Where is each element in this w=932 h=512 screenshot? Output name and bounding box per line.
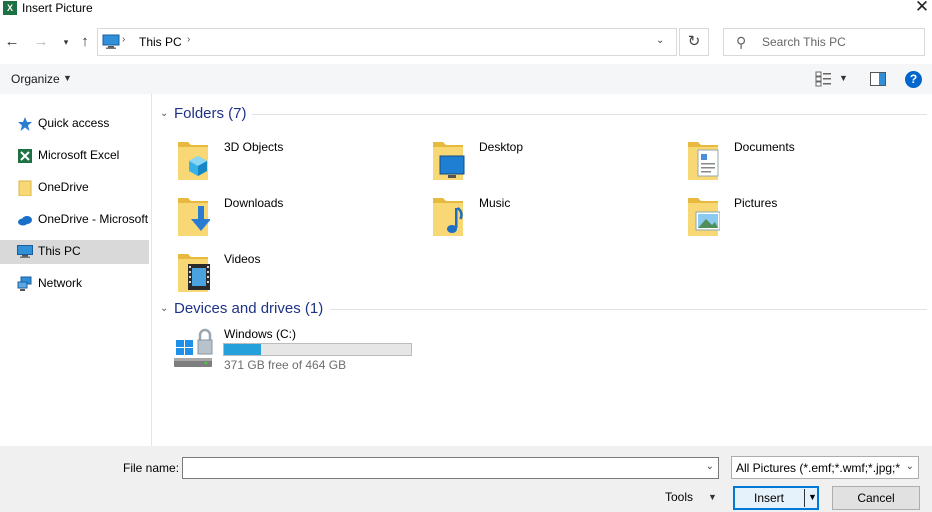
collapse-chevron-icon[interactable]: ⌄ (160, 108, 168, 119)
tools-menu-button[interactable]: Tools (665, 490, 693, 504)
change-view-icon[interactable] (815, 71, 833, 87)
folder-label: Videos (224, 252, 261, 266)
insert-button-label: Insert (753, 491, 784, 505)
view-options-chevron-icon[interactable]: ▼ (839, 73, 848, 83)
chevron-down-icon[interactable]: ⌄ (906, 461, 914, 472)
cloud-icon (18, 216, 32, 226)
refresh-icon: ↻ (687, 33, 701, 50)
up-arrow-icon[interactable]: ↑ (75, 32, 95, 52)
chevron-down-icon[interactable]: ⌄ (706, 461, 714, 472)
file-type-value: All Pictures (*.emf;*.wmf;*.jpg;* (736, 461, 901, 475)
folder-icon (18, 180, 32, 196)
breadcrumb-chevron-icon[interactable]: › (187, 34, 190, 45)
dialog-footer: File name: ⌄ All Pictures (*.emf;*.wmf;*… (0, 446, 932, 512)
3d-objects-folder-icon (178, 142, 208, 180)
excel-icon (18, 149, 32, 163)
devices-group-header[interactable]: Devices and drives (1) (174, 300, 323, 317)
breadcrumb-this-pc[interactable]: This PC (139, 35, 182, 49)
folder-label: Pictures (734, 196, 778, 210)
nav-label: OneDrive - Microsoft (38, 212, 149, 226)
drive-free-space: 371 GB free of 464 GB (224, 358, 347, 372)
nav-item-microsoft-excel[interactable]: Microsoft Excel (0, 144, 149, 168)
computer-icon (17, 245, 33, 258)
insert-button[interactable]: Insert ▼ (733, 486, 819, 510)
nav-item-onedrive-microsoft[interactable]: OneDrive - Microsoft (0, 208, 149, 232)
nav-item-onedrive[interactable]: OneDrive (0, 176, 149, 200)
downloads-folder-icon (178, 198, 210, 236)
folder-tile-3d-objects[interactable]: 3D Objects (176, 136, 426, 186)
folder-tile-desktop[interactable]: Desktop (431, 136, 681, 186)
split-divider (804, 489, 805, 507)
folder-label: Desktop (479, 140, 524, 154)
nav-item-network[interactable]: Network (0, 272, 149, 296)
videos-folder-icon (178, 254, 210, 292)
chevron-down-icon[interactable]: ▼ (708, 492, 717, 502)
computer-icon (102, 34, 120, 49)
folders-group-header[interactable]: Folders (7) (174, 105, 247, 122)
excel-app-icon: X (3, 1, 17, 15)
hard-drive-icon (174, 328, 213, 367)
file-name-label: File name: (123, 461, 180, 475)
folder-tile-music[interactable]: Music (431, 192, 681, 242)
pictures-folder-icon (688, 198, 720, 236)
insert-options-chevron-icon[interactable]: ▼ (808, 492, 817, 502)
breadcrumb-chevron-icon[interactable]: › (122, 34, 125, 45)
drive-usage-bar (223, 343, 412, 356)
folder-tile-downloads[interactable]: Downloads (176, 192, 426, 242)
folder-label: Music (479, 196, 511, 210)
folder-label: Downloads (224, 196, 284, 210)
file-type-select[interactable]: All Pictures (*.emf;*.wmf;*.jpg;* ⌄ (731, 456, 919, 479)
window-title: Insert Picture (22, 1, 93, 15)
drive-name: Windows (C:) (224, 327, 297, 341)
recent-locations-chevron-icon[interactable]: ▾ (56, 32, 76, 52)
folder-tile-videos[interactable]: Videos (176, 248, 426, 298)
navigation-pane: Quick access Microsoft Excel OneDrive On… (0, 94, 152, 446)
folder-label: Documents (734, 140, 795, 154)
search-input[interactable] (762, 34, 920, 50)
nav-label: Network (38, 276, 83, 290)
forward-arrow-icon[interactable]: → (31, 32, 51, 52)
file-name-input[interactable] (185, 460, 695, 476)
drive-usage-fill (224, 344, 262, 355)
search-box[interactable]: ⚲ (723, 28, 925, 56)
desktop-folder-icon (433, 142, 465, 180)
chevron-down-icon[interactable]: ▼ (63, 73, 72, 83)
file-name-combobox[interactable]: ⌄ (182, 457, 719, 479)
refresh-button[interactable]: ↻ (679, 28, 709, 56)
folder-tile-pictures[interactable]: Pictures (686, 192, 932, 242)
group-divider (330, 309, 927, 310)
address-dropdown-icon[interactable]: ⌄ (656, 35, 664, 46)
nav-label: OneDrive (38, 180, 89, 194)
nav-item-this-pc[interactable]: This PC (0, 240, 149, 264)
help-icon[interactable]: ? (905, 71, 922, 88)
nav-label: Quick access (38, 116, 110, 130)
music-folder-icon (433, 198, 463, 236)
cancel-button[interactable]: Cancel (832, 486, 920, 510)
close-icon[interactable]: ✕ (912, 0, 932, 18)
documents-folder-icon (688, 142, 719, 180)
search-icon: ⚲ (736, 34, 747, 50)
nav-label: Microsoft Excel (38, 148, 120, 162)
collapse-chevron-icon[interactable]: ⌄ (160, 303, 168, 314)
nav-item-quick-access[interactable]: Quick access (0, 112, 149, 136)
address-bar[interactable]: › This PC › ⌄ (97, 28, 677, 56)
folder-tile-documents[interactable]: Documents (686, 136, 932, 186)
preview-pane-icon[interactable] (870, 72, 886, 86)
folder-label: 3D Objects (224, 140, 284, 154)
group-divider (252, 114, 927, 115)
command-bar: Organize ▼ ▼ ? (0, 64, 932, 94)
title-bar: X Insert Picture ✕ (0, 0, 932, 22)
back-arrow-icon[interactable]: ← (2, 32, 22, 52)
nav-label: This PC (38, 244, 81, 258)
star-icon (18, 117, 32, 131)
organize-menu-button[interactable]: Organize (11, 72, 60, 86)
network-icon (17, 276, 32, 291)
